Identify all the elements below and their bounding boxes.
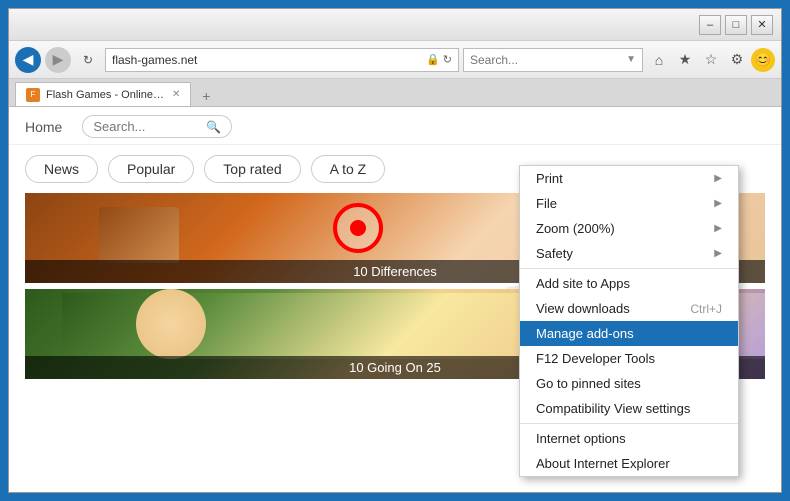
favorites-star-button[interactable]: ☆ (699, 48, 723, 72)
tab-bar: F Flash Games - Online Flash ... ✕ + (9, 79, 781, 107)
smiley-icon: 😊 (751, 48, 775, 72)
ctx-add-site[interactable]: Add site to Apps (520, 271, 738, 296)
home-button[interactable]: ⌂ (647, 48, 671, 72)
category-top-rated[interactable]: Top rated (204, 155, 300, 183)
address-icons: 🔒 ↻ (426, 53, 452, 66)
gear-button[interactable]: ⚙ (725, 48, 749, 72)
ctx-print[interactable]: Print ▶ (520, 166, 738, 191)
target-icon (333, 203, 383, 253)
ctx-separator-2 (520, 423, 738, 424)
favorites-button[interactable]: ★ (673, 48, 697, 72)
ctx-downloads-shortcut: Ctrl+J (690, 302, 722, 316)
ctx-view-downloads[interactable]: View downloads Ctrl+J (520, 296, 738, 321)
home-link[interactable]: Home (25, 119, 62, 135)
browser-window: – □ ✕ ◀ ▶ ↻ flash-games.net 🔒 ↻ ▼ ⌂ ★ ☆ … (8, 8, 782, 493)
back-button[interactable]: ◀ (15, 47, 41, 73)
nav-search-input[interactable] (470, 53, 626, 67)
ctx-print-arrow: ▶ (714, 173, 722, 184)
nav-search-bar[interactable]: ▼ (463, 48, 643, 72)
maximize-button[interactable]: □ (725, 15, 747, 35)
ctx-manage-addons[interactable]: Manage add-ons (520, 321, 738, 346)
category-news[interactable]: News (25, 155, 98, 183)
new-tab-button[interactable]: + (195, 86, 217, 106)
context-menu: Print ▶ File ▶ Zoom (200%) ▶ Safety ▶ Ad… (519, 165, 739, 477)
category-a-to-z[interactable]: A to Z (311, 155, 386, 183)
site-search-icon: 🔍 (206, 120, 221, 134)
ctx-file-arrow: ▶ (714, 198, 722, 209)
minimize-button[interactable]: – (699, 15, 721, 35)
site-header: Home 🔍 (9, 107, 781, 145)
ctx-pinned-sites[interactable]: Go to pinned sites (520, 371, 738, 396)
lock-icon: 🔒 (426, 53, 440, 66)
site-search-bar[interactable]: 🔍 (82, 115, 232, 138)
ctx-safety-arrow: ▶ (714, 248, 722, 259)
refresh-button[interactable]: ↻ (75, 47, 101, 73)
ctx-internet-options[interactable]: Internet options (520, 426, 738, 451)
close-button[interactable]: ✕ (751, 15, 773, 35)
nav-bar: ◀ ▶ ↻ flash-games.net 🔒 ↻ ▼ ⌂ ★ ☆ ⚙ 😊 (9, 41, 781, 79)
title-bar: – □ ✕ (9, 9, 781, 41)
tab-flash-games[interactable]: F Flash Games - Online Flash ... ✕ (15, 82, 191, 106)
search-dropdown-icon[interactable]: ▼ (626, 54, 636, 65)
ctx-safety[interactable]: Safety ▶ (520, 241, 738, 266)
address-text: flash-games.net (112, 53, 197, 67)
tab-label: Flash Games - Online Flash ... (46, 89, 166, 101)
ctx-f12[interactable]: F12 Developer Tools (520, 346, 738, 371)
forward-button[interactable]: ▶ (45, 47, 71, 73)
ctx-about-ie[interactable]: About Internet Explorer (520, 451, 738, 476)
ctx-file[interactable]: File ▶ (520, 191, 738, 216)
site-search-input[interactable] (93, 119, 200, 134)
nav-right-icons: ⌂ ★ ☆ ⚙ 😊 (647, 48, 775, 72)
refresh-addr-icon: ↻ (443, 53, 452, 66)
address-bar[interactable]: flash-games.net 🔒 ↻ (105, 48, 459, 72)
ctx-zoom[interactable]: Zoom (200%) ▶ (520, 216, 738, 241)
page-content: Home 🔍 57 News Popular Top rated A to Z (9, 107, 781, 492)
ctx-compat-view[interactable]: Compatibility View settings (520, 396, 738, 421)
category-popular[interactable]: Popular (108, 155, 194, 183)
ctx-separator-1 (520, 268, 738, 269)
tab-close-button[interactable]: ✕ (172, 89, 180, 100)
window-controls: – □ ✕ (699, 15, 773, 35)
tab-favicon: F (26, 88, 40, 102)
ctx-zoom-arrow: ▶ (714, 223, 722, 234)
